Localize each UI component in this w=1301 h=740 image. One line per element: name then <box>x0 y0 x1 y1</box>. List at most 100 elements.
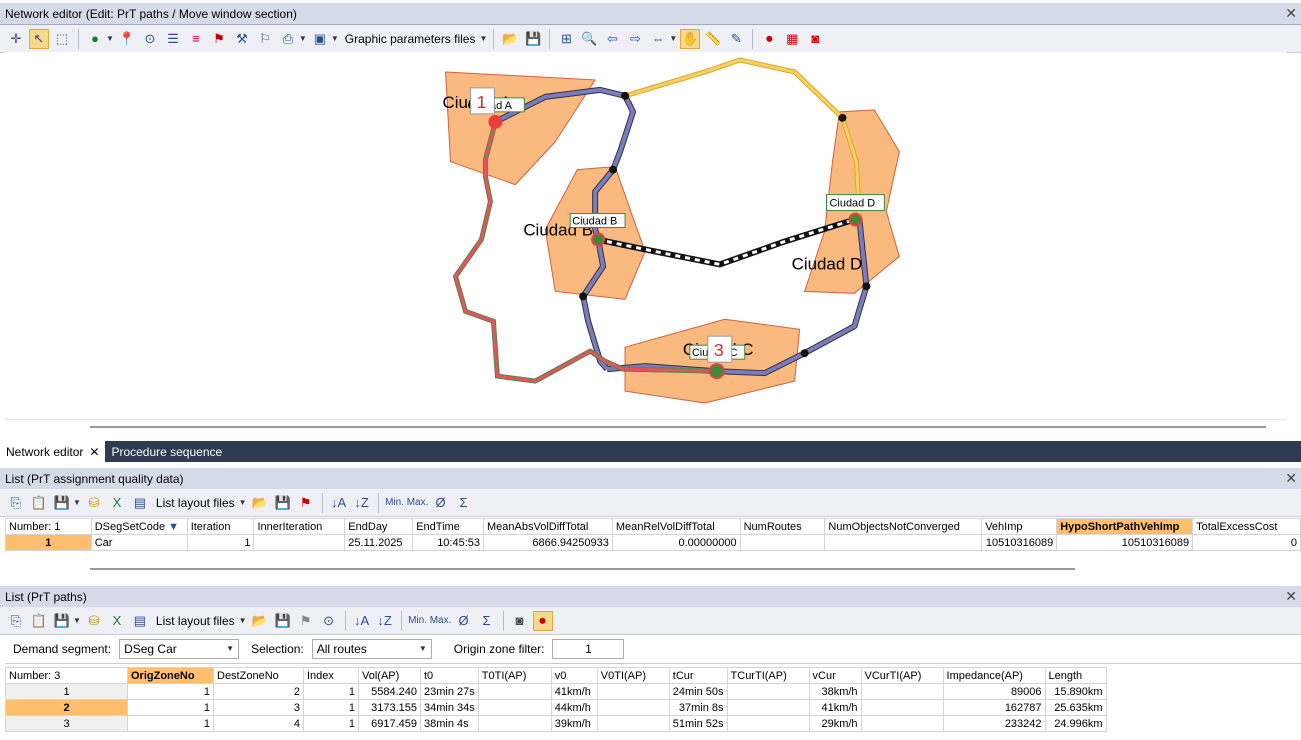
col-header[interactable]: DSegSetCode ▼ <box>90 518 188 535</box>
col-header[interactable]: Iteration <box>186 518 255 535</box>
close-icon[interactable]: ✕ <box>1285 470 1297 487</box>
save-layout-icon[interactable]: 💾 <box>273 611 293 631</box>
fit-icon[interactable]: ⇔ <box>648 29 668 49</box>
col-header[interactable]: V0TI(AP) <box>596 667 670 684</box>
excel-icon[interactable]: X <box>107 493 127 513</box>
pencil-icon[interactable]: ✎ <box>726 29 746 49</box>
save-layout-icon[interactable]: 💾 <box>273 493 293 513</box>
select-filter-icon[interactable]: ⚐ <box>255 29 275 49</box>
filter-clear-icon[interactable]: ⚑ <box>296 493 316 513</box>
col-header[interactable]: HypoShortPathVehImp <box>1056 518 1194 535</box>
col-header[interactable]: Index <box>303 667 359 684</box>
sort-desc-icon[interactable]: ↓Z <box>375 611 395 631</box>
open-icon[interactable]: 📂 <box>250 493 270 513</box>
database-icon[interactable]: ⛁ <box>84 611 104 631</box>
selection-select[interactable]: All routes ▼ <box>311 638 432 659</box>
copy-icon[interactable]: ⎘ <box>6 493 26 513</box>
paste-icon[interactable]: 📋 <box>29 493 49 513</box>
col-header[interactable]: MeanRelVolDiffTotal <box>611 518 741 535</box>
save-icon[interactable]: 💾 <box>523 29 543 49</box>
average-icon[interactable]: Ø <box>454 611 474 631</box>
layers-icon[interactable]: ≡ <box>186 29 206 49</box>
zoom-rect-icon[interactable]: ⊞ <box>556 29 576 49</box>
col-header[interactable]: VCurTI(AP) <box>860 667 944 684</box>
col-header[interactable]: T0TI(AP) <box>477 667 552 684</box>
min-icon[interactable]: Min. <box>385 493 405 513</box>
sum-icon[interactable]: Σ <box>454 493 474 513</box>
col-header[interactable]: EndDay <box>344 518 414 535</box>
col-header[interactable]: MeanAbsVolDiffTotal <box>483 518 613 535</box>
open-icon[interactable]: 📂 <box>500 29 520 49</box>
forward-icon[interactable]: ⇨ <box>625 29 645 49</box>
network-map[interactable]: Ciudad A Ciudad B Ciudad C Ciudad D Ciud… <box>5 52 1286 420</box>
save-icon[interactable]: 💾 <box>52 493 72 513</box>
sum-icon[interactable]: Σ <box>477 611 497 631</box>
graphic-params-button[interactable]: Graphic parameters files <box>342 32 479 46</box>
open-icon[interactable]: 📂 <box>250 611 270 631</box>
col-header[interactable]: VehImp <box>981 518 1058 535</box>
col-header[interactable]: tCur <box>668 667 728 684</box>
max-icon[interactable]: Max. <box>430 611 452 631</box>
col-header[interactable]: v0 <box>550 667 598 684</box>
sort-asc-icon[interactable]: ↓A <box>352 611 372 631</box>
col-header[interactable]: Number: 1 <box>5 518 92 535</box>
paste-icon[interactable]: 📋 <box>29 611 49 631</box>
col-header[interactable]: Length <box>1044 667 1107 684</box>
excel-icon[interactable]: X <box>107 611 127 631</box>
close-icon[interactable]: ✕ <box>1285 588 1297 605</box>
save-icon[interactable]: 💾 <box>52 611 72 631</box>
col-header[interactable]: Vol(AP) <box>358 667 421 684</box>
table-row[interactable]: 1 1 2 1 5584.240 23min 27s 41km/h 24min 50s 38km… <box>5 683 1107 700</box>
col-header[interactable]: TotalExcessCost <box>1192 518 1301 535</box>
col-header[interactable]: vCur <box>808 667 862 684</box>
tool-icon[interactable]: ⚒ <box>232 29 252 49</box>
database-icon[interactable]: ⛁ <box>84 493 104 513</box>
col-header[interactable]: Impedance(AP) <box>942 667 1046 684</box>
list-layout-button[interactable]: List layout files <box>153 496 238 510</box>
globe-icon[interactable]: ● <box>85 29 105 49</box>
zoom-icon[interactable]: 🔍 <box>579 29 599 49</box>
list-layout-button[interactable]: List layout files <box>153 614 238 628</box>
filter-icon[interactable]: ⚑ <box>209 29 229 49</box>
min-icon[interactable]: Min. <box>408 611 428 631</box>
print-icon[interactable]: ⎙ <box>278 29 298 49</box>
graphic-params-icon[interactable]: ▣ <box>310 29 330 49</box>
col-header[interactable]: NumRoutes <box>739 518 826 535</box>
col-header[interactable]: OrigZoneNo <box>127 667 214 684</box>
col-header[interactable]: NumObjectsNotConverged <box>824 518 983 535</box>
back-icon[interactable]: ⇦ <box>602 29 622 49</box>
measure-icon[interactable]: 📏 <box>703 29 723 49</box>
col-header[interactable]: DestZoneNo <box>213 667 304 684</box>
tab-procedure-sequence[interactable]: Procedure sequence <box>105 441 228 462</box>
max-icon[interactable]: Max. <box>407 493 429 513</box>
sort-desc-icon[interactable]: ↓Z <box>352 493 372 513</box>
col-header[interactable]: TCurTI(AP) <box>726 667 810 684</box>
pointer-icon[interactable]: ↖ <box>29 28 49 49</box>
filter-clear-icon[interactable]: ⚑ <box>296 611 316 631</box>
grid-icon[interactable]: ▦ <box>782 29 802 49</box>
binoculars-icon[interactable]: ⊙ <box>319 611 339 631</box>
record-icon[interactable]: ⏺ <box>532 610 553 631</box>
sort-asc-icon[interactable]: ↓A <box>329 493 349 513</box>
close-icon[interactable]: ✕ <box>1285 5 1297 22</box>
table-row[interactable]: 3 1 4 1 6917.459 38min 4s 39km/h 51min 52s 29km/… <box>5 715 1107 732</box>
table-row[interactable]: 2 1 3 1 3173.155 34min 34s 44km/h 37min 8s 41km/… <box>5 699 1107 716</box>
close-icon[interactable]: ✕ <box>89 445 99 459</box>
demand-segment-select[interactable]: DSeg Car ▼ <box>119 638 240 659</box>
pan-hand-icon[interactable]: ✋ <box>680 28 701 49</box>
binoculars-icon[interactable]: ⊙ <box>140 29 160 49</box>
copy-icon[interactable]: ⎘ <box>6 611 26 631</box>
tab-network-editor[interactable]: Network editor ✕ <box>0 441 106 462</box>
zone-a[interactable] <box>445 71 597 186</box>
origin-zone-input[interactable]: 1 <box>552 638 625 659</box>
snapshot-icon[interactable]: ◙ <box>805 29 825 49</box>
col-header[interactable]: t0 <box>420 667 479 684</box>
crosshair-icon[interactable]: ✛ <box>6 29 26 49</box>
list-icon[interactable]: ☰ <box>163 29 183 49</box>
select-rect-icon[interactable]: ⬚ <box>52 29 72 49</box>
record-off-icon[interactable]: ◙ <box>510 611 530 631</box>
col-header[interactable]: InnerIteration <box>253 518 346 535</box>
pin-icon[interactable]: 📍 <box>117 29 137 49</box>
average-icon[interactable]: Ø <box>431 493 451 513</box>
col-header[interactable]: EndTime <box>412 518 485 535</box>
